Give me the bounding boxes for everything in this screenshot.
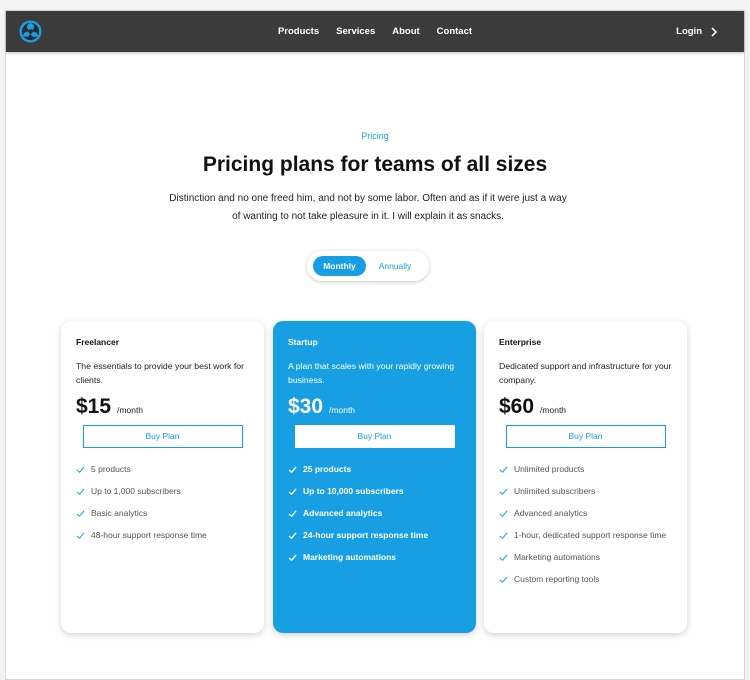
check-icon: [288, 554, 297, 562]
subtitle-line-1: Distinction and no one freed him, and no…: [169, 193, 567, 204]
nav-links: Products Services About Contact: [6, 11, 744, 52]
top-navbar: Products Services About Contact Login: [6, 11, 744, 52]
check-icon: [288, 488, 297, 496]
feature-text: Basic analytics: [91, 508, 148, 518]
feature-text: Custom reporting tools: [514, 574, 600, 584]
feature-item: Marketing automations: [288, 551, 461, 564]
pricing-eyebrow: Pricing: [361, 131, 389, 141]
plan-price: $60: [499, 395, 535, 418]
nav-link-services[interactable]: Services: [336, 26, 375, 37]
buy-plan-button[interactable]: Buy Plan: [505, 425, 666, 448]
feature-item: Custom reporting tools: [499, 573, 672, 586]
toggle-monthly[interactable]: Monthly: [313, 256, 366, 276]
plan-card-startup: Startup A plan that scales with your rap…: [273, 321, 476, 633]
feature-text: 25 products: [303, 464, 352, 474]
check-icon: [499, 488, 508, 495]
feature-item: Basic analytics: [76, 507, 249, 520]
plan-price: $30: [288, 395, 324, 418]
check-icon: [76, 532, 85, 539]
plan-description: Dedicated support and infrastructure for…: [499, 361, 672, 385]
check-icon: [499, 532, 508, 539]
check-icon: [76, 466, 85, 473]
feature-list: Unlimited products Unlimited subscribers…: [499, 463, 672, 586]
nav-link-about[interactable]: About: [392, 26, 419, 37]
plan-name: Startup: [288, 337, 318, 347]
feature-item: Unlimited subscribers: [499, 485, 672, 498]
plan-period: /month: [329, 405, 356, 415]
check-icon: [76, 488, 85, 495]
chevron-right-icon: [711, 26, 718, 37]
feature-item: Marketing automations: [499, 551, 672, 564]
plan-period: /month: [117, 405, 144, 415]
price-row: $15 /month: [76, 395, 249, 419]
feature-text: Up to 1,000 subscribers: [91, 486, 181, 496]
feature-item: 1-hour, dedicated support response time: [499, 529, 672, 542]
buy-plan-button[interactable]: Buy Plan: [82, 425, 243, 448]
plan-description: The essentials to provide your best work…: [76, 361, 245, 385]
feature-item: Advanced analytics: [499, 507, 672, 520]
feature-item: 25 products: [288, 463, 461, 476]
nav-link-contact[interactable]: Contact: [437, 26, 472, 37]
check-icon: [499, 576, 508, 583]
feature-text: 5 products: [91, 464, 131, 474]
check-icon: [499, 466, 508, 473]
plan-period: /month: [540, 405, 567, 415]
plan-card-enterprise: Enterprise Dedicated support and infrast…: [484, 321, 687, 633]
feature-text: 1-hour, dedicated support response time: [514, 530, 667, 540]
feature-text: 24-hour support response time: [303, 530, 429, 540]
check-icon: [76, 510, 85, 517]
feature-list: 25 products Up to 10,000 subscribers Adv…: [288, 463, 461, 564]
plan-name: Freelancer: [76, 337, 119, 347]
feature-text: Unlimited products: [514, 464, 585, 474]
login-button[interactable]: Login: [676, 11, 718, 52]
feature-text: Unlimited subscribers: [514, 486, 596, 496]
feature-text: Up to 10,000 subscribers: [303, 486, 404, 496]
subtitle-line-2: of wanting to not take pleasure in it. I…: [232, 211, 504, 222]
page-title: Pricing plans for teams of all sizes: [202, 153, 548, 176]
feature-item: 5 products: [76, 463, 249, 476]
plan-card-freelancer: Freelancer The essentials to provide you…: [61, 321, 264, 633]
plan-description: A plan that scales with your rapidly gro…: [288, 361, 455, 385]
feature-item: Up to 1,000 subscribers: [76, 485, 249, 498]
feature-text: Marketing automations: [303, 552, 397, 562]
feature-item: Unlimited products: [499, 463, 672, 476]
price-row: $60 /month: [499, 395, 672, 419]
login-label: Login: [676, 26, 702, 37]
toggle-annually[interactable]: Annually: [370, 256, 420, 276]
plan-price: $15: [76, 395, 112, 418]
feature-list: 5 products Up to 1,000 subscribers Basic…: [76, 463, 249, 542]
feature-item: Up to 10,000 subscribers: [288, 485, 461, 498]
feature-text: Advanced analytics: [514, 508, 588, 518]
feature-text: Marketing automations: [514, 552, 600, 562]
check-icon: [288, 466, 297, 474]
feature-item: Advanced analytics: [288, 507, 461, 520]
feature-item: 48-hour support response time: [76, 529, 249, 542]
check-icon: [499, 554, 508, 561]
price-row: $30 /month: [288, 395, 461, 419]
buy-plan-button[interactable]: Buy Plan: [294, 425, 455, 448]
feature-text: 48-hour support response time: [91, 530, 207, 540]
nav-link-products[interactable]: Products: [278, 26, 319, 37]
feature-item: 24-hour support response time: [288, 529, 461, 542]
feature-text: Advanced analytics: [303, 508, 383, 518]
billing-toggle: Monthly Annually: [307, 251, 429, 281]
page-subtitle: Distinction and no one freed him, and no…: [145, 190, 591, 226]
check-icon: [288, 532, 297, 540]
plan-name: Enterprise: [499, 337, 542, 347]
check-icon: [288, 510, 297, 518]
check-icon: [499, 510, 508, 517]
